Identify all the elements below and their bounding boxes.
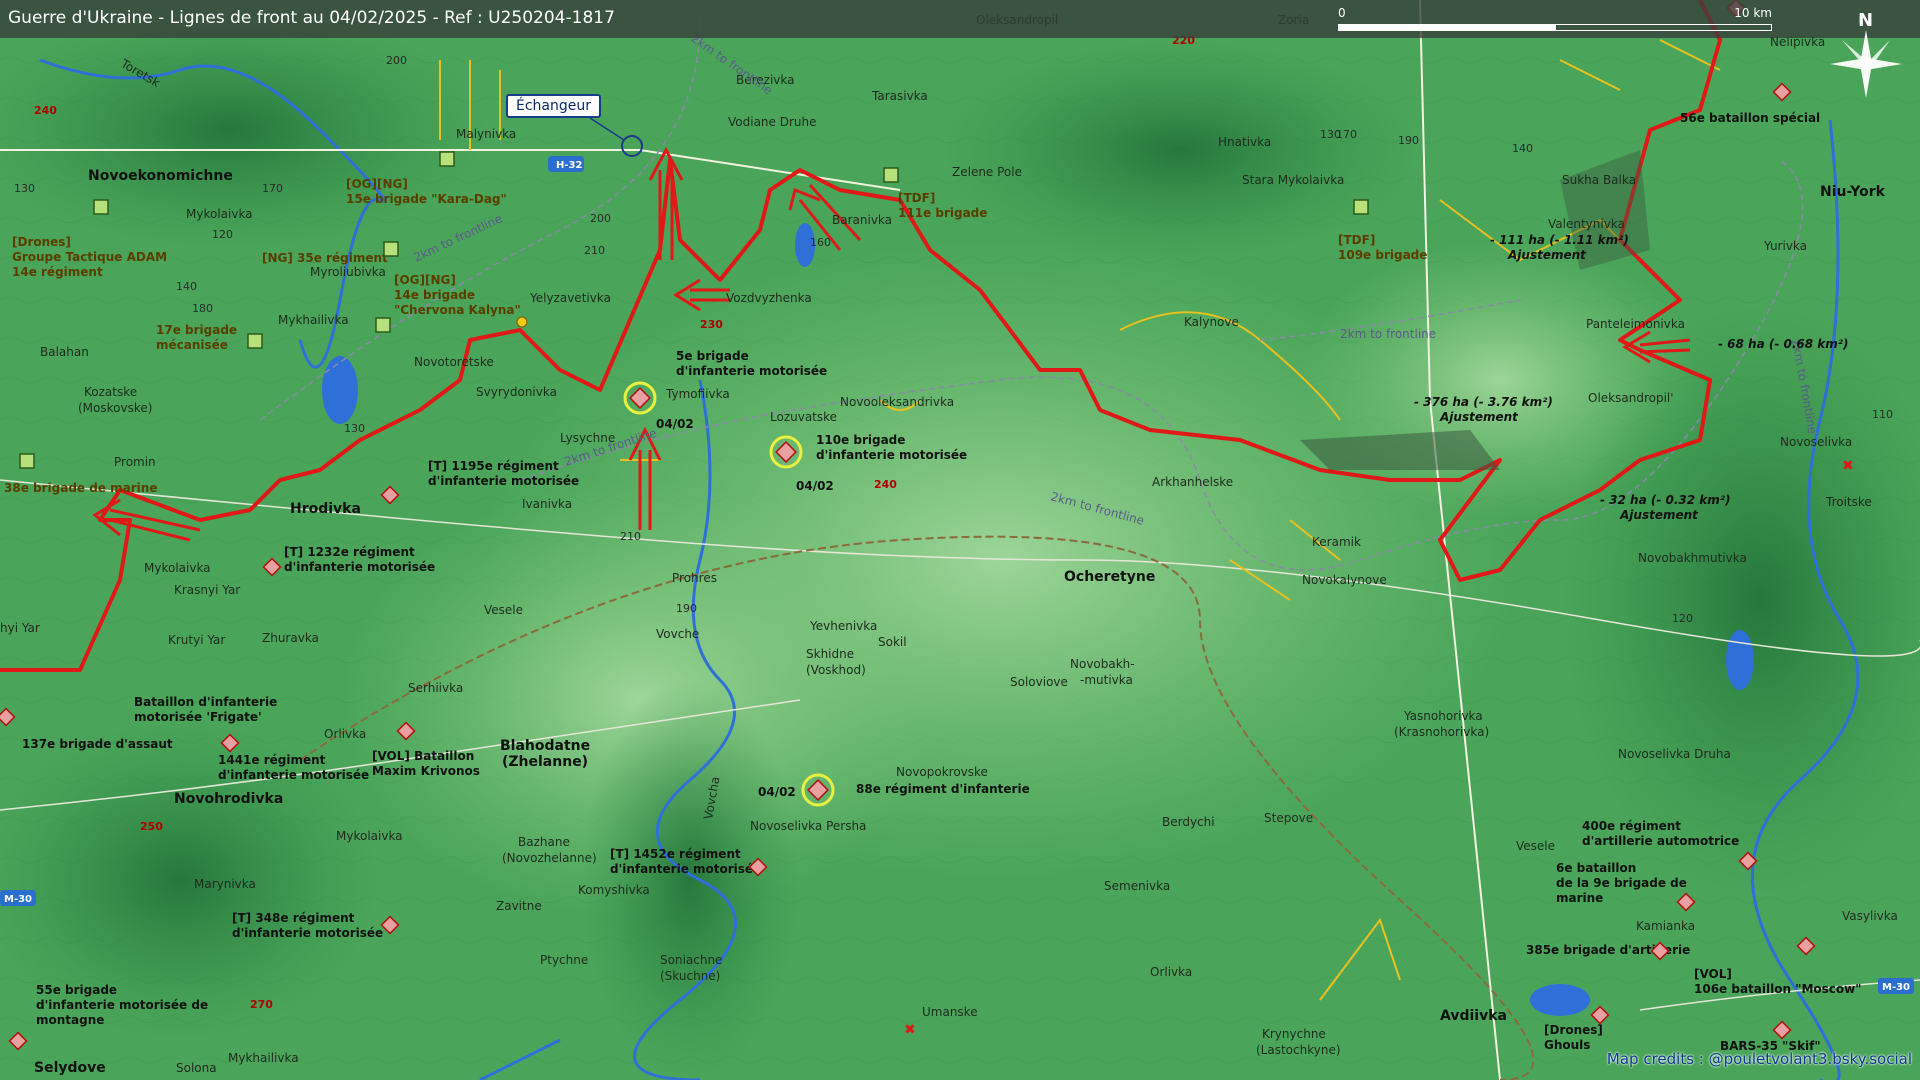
road-badge-h32: H-32 — [548, 156, 584, 172]
friendly-marker-14e[interactable] — [375, 317, 391, 333]
scale-start-label: 0 — [1338, 6, 1346, 20]
dark-valley-n — [940, 40, 1420, 260]
friendly-marker-17e[interactable] — [247, 333, 263, 349]
pond-baranivka — [795, 223, 815, 267]
map-view[interactable]: H-32 M-30 M-30 Novoekonomichne Hrodivka … — [0, 0, 1920, 1080]
scale-bar: 0 10 km — [1338, 6, 1772, 32]
friendly-marker-109e[interactable] — [1353, 199, 1369, 215]
friendly-marker-adam[interactable] — [93, 199, 109, 215]
map-title: Guerre d'Ukraine - Lignes de front au 04… — [8, 8, 615, 28]
marker-88e-regiment[interactable] — [801, 773, 835, 807]
scale-segment-2 — [1555, 24, 1772, 31]
scale-segment-1 — [1338, 24, 1555, 31]
friendly-marker-35e[interactable] — [383, 241, 399, 257]
friendly-marker-kara-dag[interactable] — [439, 151, 455, 167]
pond-avdiivka — [1530, 984, 1590, 1016]
compass-rose-icon: N — [1820, 6, 1916, 98]
pond-east — [1726, 630, 1754, 690]
scale-end-label: 10 km — [1734, 6, 1772, 20]
callout-echangeur[interactable]: Échangeur — [506, 94, 601, 118]
friendly-marker-38e[interactable] — [19, 453, 35, 469]
reservoir-west — [322, 356, 358, 424]
dark-valley-s — [580, 680, 800, 1080]
marker-5e-brigade[interactable] — [623, 381, 657, 415]
compass-n-label: N — [1858, 10, 1873, 31]
waypoint-yelyzavetivka[interactable] — [516, 316, 528, 328]
map-credits[interactable]: Map credits : @pouletvolant3.bsky.social — [1607, 1050, 1912, 1068]
road-badge-m30-west: M-30 — [0, 890, 36, 906]
marker-110e-brigade[interactable] — [769, 435, 803, 469]
friendly-marker-111e[interactable] — [883, 167, 899, 183]
road-badge-m30-east: M-30 — [1878, 978, 1914, 994]
map-canvas[interactable]: H-32 M-30 M-30 Novoekonomichne Hrodivka … — [0, 0, 1920, 1080]
